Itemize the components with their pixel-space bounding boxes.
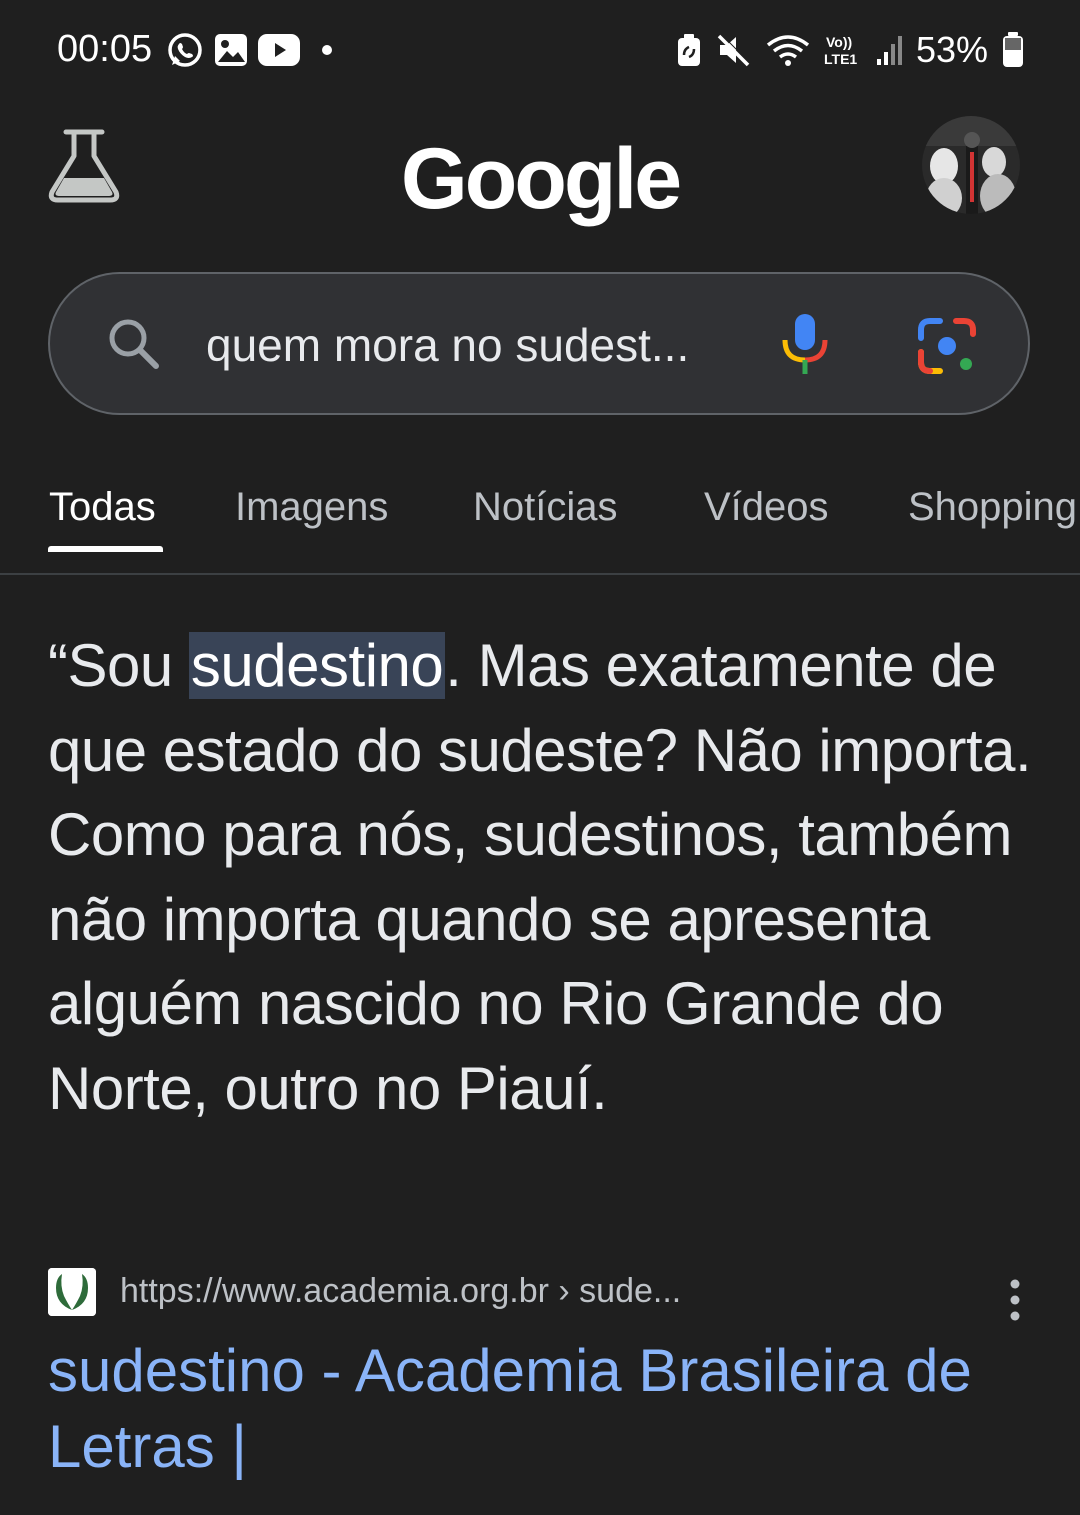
google-lens-icon[interactable] xyxy=(918,318,978,374)
volte-label-top: Vo)) xyxy=(826,34,852,50)
google-logo[interactable]: Google xyxy=(0,130,1080,229)
tab-noticias[interactable]: Notícias xyxy=(473,485,618,530)
tab-videos[interactable]: Vídeos xyxy=(704,485,829,530)
volte-icon: Vo)) LTE1 xyxy=(824,33,862,67)
microphone-icon[interactable] xyxy=(780,312,830,376)
search-icon xyxy=(106,316,162,372)
search-input[interactable]: quem mora no sudest... xyxy=(206,318,689,372)
snippet-text-before: “Sou xyxy=(48,632,189,699)
snippet-text-after: . Mas exatamente de que estado do sudest… xyxy=(48,632,1032,1122)
battery-percent: 53% xyxy=(915,29,988,70)
active-tab-indicator xyxy=(48,546,163,552)
volte-label-bottom: LTE1 xyxy=(824,51,857,67)
snippet-highlight: sudestino xyxy=(188,632,446,699)
search-tabs: Todas Imagens Notícias Vídeos Shopping xyxy=(0,455,1080,575)
profile-avatar[interactable] xyxy=(922,116,1020,214)
site-favicon xyxy=(48,1268,96,1316)
whatsapp-icon xyxy=(166,31,204,69)
battery-saver-icon xyxy=(676,33,702,67)
battery-icon xyxy=(1002,32,1024,68)
gallery-icon xyxy=(214,33,248,67)
system-icons: Vo)) LTE1 53% xyxy=(676,28,1024,72)
wifi-icon xyxy=(766,33,810,67)
dot-icon xyxy=(310,43,340,57)
more-options-icon[interactable] xyxy=(1000,1278,1030,1322)
result-title-link[interactable]: sudestino - Academia Brasileira de Letra… xyxy=(48,1333,1038,1485)
status-time: 00:05 xyxy=(57,28,153,70)
tab-todas[interactable]: Todas xyxy=(49,485,156,530)
featured-snippet: “Sou sudestino. Mas exatamente de que es… xyxy=(48,624,1038,1131)
notification-icons xyxy=(166,30,340,70)
search-bar[interactable]: quem mora no sudest... xyxy=(48,272,1030,415)
status-bar: 00:05 Vo)) LTE1 53% xyxy=(0,0,1080,100)
mute-icon xyxy=(716,33,752,67)
signal-icon xyxy=(876,33,902,67)
result-source[interactable]: https://www.academia.org.br › sude... xyxy=(48,1264,1038,1324)
tab-shopping[interactable]: Shopping xyxy=(908,485,1077,530)
tab-imagens[interactable]: Imagens xyxy=(235,485,388,530)
result-url[interactable]: https://www.academia.org.br › sude... xyxy=(120,1272,681,1311)
youtube-icon xyxy=(258,34,300,66)
